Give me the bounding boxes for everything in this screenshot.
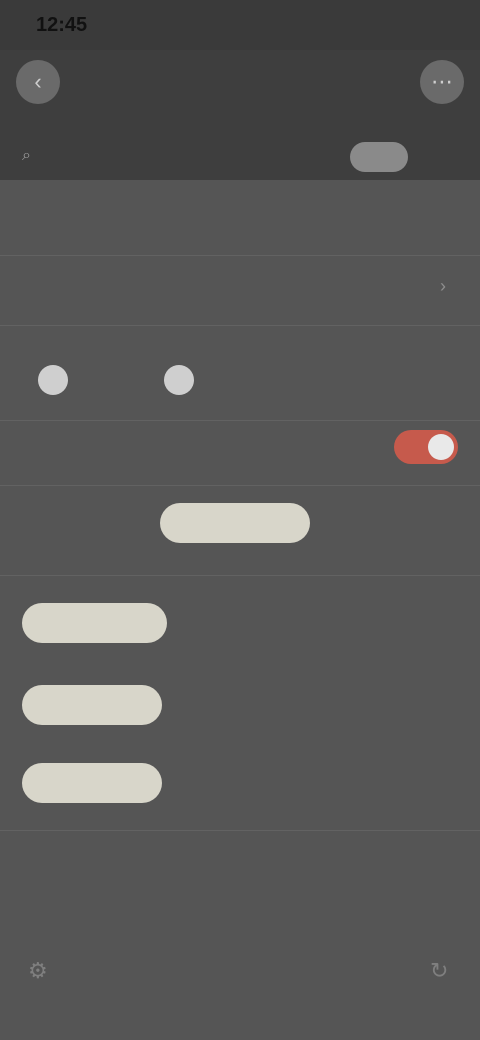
radio-dot-icon <box>38 365 68 395</box>
radio-dot-icon <box>164 365 194 395</box>
chevron-right-icon[interactable]: › <box>440 276 446 297</box>
tab-right[interactable] <box>350 142 408 172</box>
divider <box>0 255 480 256</box>
divider <box>0 830 480 831</box>
divider <box>0 485 480 486</box>
divider <box>0 420 480 421</box>
toggle-switch[interactable] <box>394 430 458 464</box>
settings-icon[interactable]: ⚙ <box>28 958 48 984</box>
top-bar: ‹ ⋯ ⌕ <box>0 50 480 180</box>
divider <box>0 575 480 576</box>
list-item-1-pill[interactable] <box>22 603 167 643</box>
status-bar: 12:45 <box>0 0 480 50</box>
more-circle-icon[interactable]: ⋯ <box>420 60 464 104</box>
back-circle-icon[interactable]: ‹ <box>16 60 60 104</box>
radio-option-1[interactable] <box>24 365 68 395</box>
tab-left-icon: ⌕ <box>22 147 31 164</box>
list-item-3-pill[interactable] <box>22 763 162 803</box>
list-item-2-pill[interactable] <box>22 685 162 725</box>
tab-left[interactable]: ⌕ <box>22 138 192 174</box>
refresh-icon[interactable]: ↻ <box>430 958 448 984</box>
segmented-middle-pill[interactable] <box>160 503 310 543</box>
screen: 12:45 ‹ ⋯ ⌕ › ⚙ ↻ <box>0 0 480 1040</box>
radio-option-2[interactable] <box>150 365 194 395</box>
status-time: 12:45 <box>36 14 88 36</box>
toggle-knob <box>428 434 454 460</box>
divider <box>0 325 480 326</box>
